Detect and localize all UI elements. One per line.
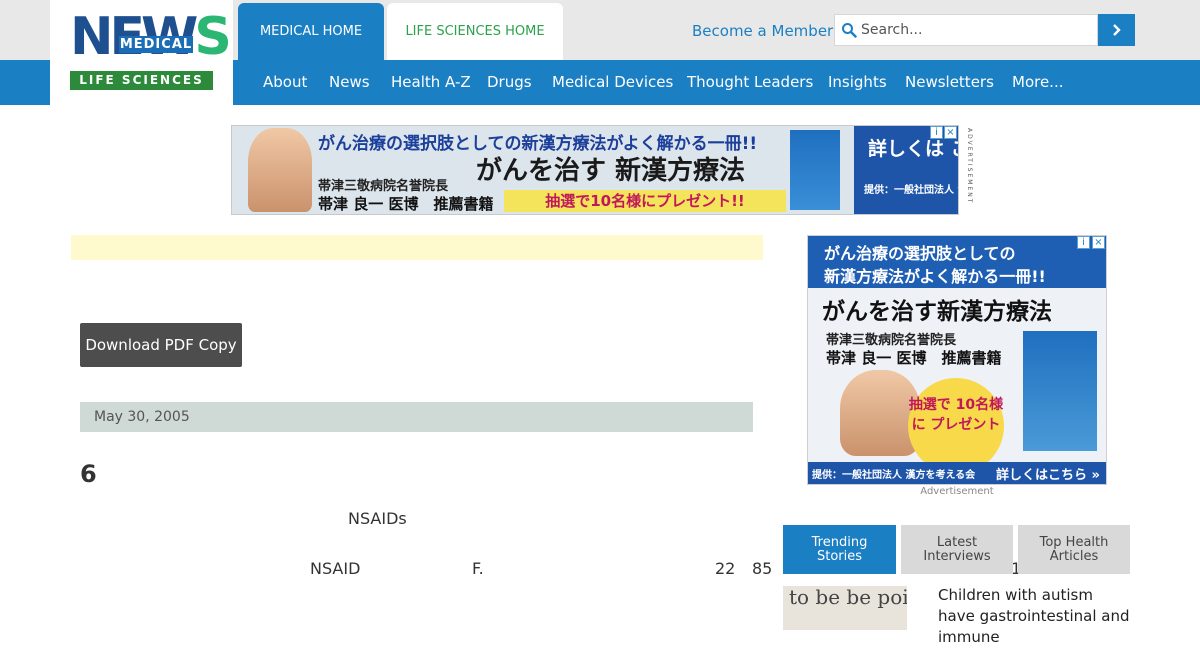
logo-word-right: S bbox=[194, 7, 232, 67]
become-member-link[interactable]: Become a Member bbox=[692, 22, 833, 40]
ad-headline-2: がんを治す 新漢方療法 bbox=[476, 156, 746, 186]
nav-item-about[interactable]: About bbox=[263, 73, 307, 91]
adchoices-icon[interactable]: i bbox=[930, 126, 943, 139]
article-date: May 30, 2005 bbox=[94, 409, 190, 425]
search-input[interactable] bbox=[861, 15, 1091, 45]
story-thumbnail[interactable]: to be be point of v bbox=[783, 586, 907, 630]
adchoices-icon[interactable]: i bbox=[1077, 236, 1090, 249]
nav-item-insights[interactable]: Insights bbox=[828, 73, 887, 91]
nav-item-medical-devices[interactable]: Medical Devices bbox=[552, 73, 673, 91]
logo-life-sciences-badge: LIFE SCIENCES bbox=[70, 71, 213, 90]
notice-bar bbox=[71, 235, 763, 260]
close-icon[interactable]: × bbox=[944, 126, 957, 139]
tab-life-sciences-home[interactable]: LIFE SCIENCES HOME bbox=[387, 3, 563, 60]
ad-subtitle-1: 帯津三敬病院名誉院長 bbox=[318, 179, 449, 194]
story-title-link[interactable]: Children with autism have gastrointestin… bbox=[938, 585, 1130, 648]
side-ad-provider: 提供：一般社団法人 漢方を考える会 bbox=[812, 470, 976, 481]
chevron-right-icon bbox=[1112, 24, 1121, 36]
nav-item-drugs[interactable]: Drugs bbox=[487, 73, 532, 91]
side-ad-footer: 提供：一般社団法人 漢方を考える会 詳しくはこちら » bbox=[808, 462, 1106, 484]
side-ad-line-2: 新漢方療法がよく解かる一冊!! bbox=[824, 267, 1046, 286]
nav-item-health-a-z[interactable]: Health A-Z bbox=[391, 73, 471, 91]
article-body-text: 22 bbox=[715, 559, 736, 578]
sidebar-advertisement[interactable]: がん治療の選択肢としての 新漢方療法がよく解かる一冊!! がんを治す新漢方療法 … bbox=[807, 235, 1107, 485]
article-body-text: F. bbox=[472, 559, 484, 578]
article-body-text: NSAIDs bbox=[348, 509, 407, 528]
story-thumbnail-text: to be be point of v bbox=[789, 586, 907, 609]
article-body-text: 85 bbox=[752, 559, 773, 578]
advertisement-label: Advertisement bbox=[920, 486, 994, 497]
tab-medical-home[interactable]: MEDICAL HOME bbox=[238, 3, 384, 60]
nav-item-newsletters[interactable]: Newsletters bbox=[905, 73, 994, 91]
side-ad-cta[interactable]: 詳しくはこちら » bbox=[996, 464, 1100, 483]
tab-top-health-articles[interactable]: Top Health Articles bbox=[1018, 525, 1130, 574]
close-icon[interactable]: × bbox=[1092, 236, 1105, 249]
article-date-bar: May 30, 2005 bbox=[80, 402, 753, 432]
nav-item-more[interactable]: More... bbox=[1012, 73, 1064, 91]
ad-provider: 提供：一般社団法人 漢方を考える会 bbox=[864, 185, 958, 196]
advertisement-vertical-label: ADVERTISEMENT bbox=[966, 128, 973, 205]
side-ad-prize-badge: 抽選で 10名様に プレゼント bbox=[908, 378, 1004, 474]
search-icon bbox=[842, 23, 857, 38]
side-ad-line-1: がん治療の選択肢としての bbox=[824, 244, 1016, 263]
download-pdf-button[interactable]: Download PDF Copy bbox=[80, 323, 242, 367]
banner-advertisement[interactable]: がん治療の選択肢としての新漢方療法がよく解かる一冊!! がんを治す 新漢方療法 … bbox=[231, 125, 959, 215]
ad-prize-strip: 抽選で10名様にプレゼント!! bbox=[504, 190, 786, 212]
article-headline: 6 bbox=[80, 460, 97, 488]
site-logo[interactable]: NEWS MEDICAL LIFE SCIENCES bbox=[50, 0, 233, 105]
side-ad-doctor-photo bbox=[840, 370, 920, 456]
ad-doctor-photo bbox=[248, 128, 312, 212]
side-ad-subtitle-2: 帯津 良一 医博 推薦書籍 bbox=[826, 349, 1002, 367]
ad-cta-panel[interactable]: 詳しくは こちら » 提供：一般社団法人 漢方を考える会 bbox=[854, 126, 958, 214]
side-ad-book-cover bbox=[1023, 331, 1097, 451]
tab-trending-stories[interactable]: Trending Stories bbox=[783, 525, 896, 574]
side-ad-subtitle-1: 帯津三敬病院名誉院長 bbox=[826, 333, 957, 348]
search-box bbox=[834, 14, 1098, 46]
article-body-text: NSAID bbox=[310, 559, 361, 578]
ad-book-cover bbox=[790, 130, 840, 210]
side-ad-header: がん治療の選択肢としての 新漢方療法がよく解かる一冊!! bbox=[808, 236, 1106, 288]
nav-item-thought-leaders[interactable]: Thought Leaders bbox=[687, 73, 813, 91]
logo-medical-badge: MEDICAL bbox=[119, 36, 193, 53]
search-submit-button[interactable] bbox=[1098, 14, 1135, 46]
tab-latest-interviews[interactable]: Latest Interviews bbox=[901, 525, 1013, 574]
side-ad-title: がんを治す新漢方療法 bbox=[822, 299, 1052, 325]
ad-subtitle-2: 帯津 良一 医博 推薦書籍 bbox=[318, 195, 494, 213]
nav-item-news[interactable]: News bbox=[329, 73, 370, 91]
